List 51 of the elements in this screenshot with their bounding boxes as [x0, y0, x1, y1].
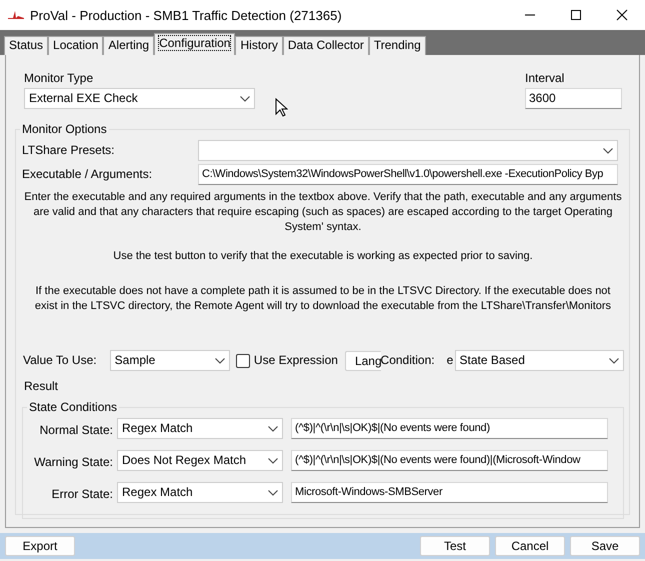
- use-expression-checkbox[interactable]: Use Expression: [236, 353, 338, 368]
- chevron-down-icon: [603, 148, 613, 154]
- field-label: Error State:: [50, 487, 113, 502]
- operator-dropdown[interactable]: Does Not Regex Match: [117, 450, 283, 471]
- chevron-down-icon: [268, 458, 278, 464]
- monitor-type-dropdown[interactable]: External EXE Check: [24, 88, 255, 109]
- tab[interactable]: Trending: [368, 36, 426, 55]
- clipped-text: e: [446, 353, 452, 368]
- help-text: Use the test button to verify that the executable is working as expected prior to saving.: [112, 249, 534, 264]
- condition-value-field[interactable]: (^$)|^(\r\n|\s|OK)$|(No events were found): [291, 418, 608, 439]
- field-label: Executable / Arguments:: [22, 167, 154, 182]
- executable-field[interactable]: C:\Windows\System32\WindowsPowerShell\v1.0\powershell.exe -ExecutionPolicy Byp: [198, 164, 618, 185]
- field-label: Condition:: [380, 353, 435, 367]
- field-label: Interval: [525, 71, 566, 86]
- condition-dropdown[interactable]: State Based: [454, 350, 624, 371]
- operator-dropdown[interactable]: Regex Match: [117, 482, 283, 503]
- interval-field[interactable]: 3600: [525, 88, 622, 109]
- tab[interactable]: Location: [48, 36, 104, 55]
- field-label: Monitor Type: [24, 71, 94, 86]
- help-text: Enter the executable and any required arguments in the textbox above. Verify that the path, executable and any arguments are valid and that any characters that require escaping (such as spaces) are escaped according to the target Operating System' syntax.: [23, 190, 623, 235]
- maximize-icon[interactable]: [570, 9, 582, 21]
- section-label: Result: [23, 379, 60, 394]
- chevron-down-icon: [214, 358, 225, 364]
- tab[interactable]: History: [235, 36, 283, 55]
- chevron-down-icon: [240, 96, 250, 102]
- tab[interactable]: Alerting: [103, 36, 154, 55]
- tab[interactable]: Status: [4, 36, 48, 55]
- window-title: ProVal - Production - SMB1 Traffic Detection (271365): [30, 8, 343, 22]
- tab[interactable]: Data Collector: [282, 36, 369, 55]
- condition-value-field[interactable]: Microsoft-Windows-SMBServer: [291, 482, 608, 503]
- operator-dropdown[interactable]: Regex Match: [117, 418, 283, 439]
- field-label: Value To Use:: [23, 353, 98, 368]
- dialog-button[interactable]: Save: [570, 536, 640, 556]
- dialog-button[interactable]: Cancel: [495, 536, 565, 556]
- dialog-button[interactable]: Test: [420, 536, 490, 556]
- language-button[interactable]: Lang: [344, 350, 381, 370]
- app-icon: [8, 9, 24, 21]
- close-icon[interactable]: [616, 9, 628, 21]
- tab[interactable]: Configuration: [154, 33, 236, 55]
- help-text: If the executable does not have a complete path it is assumed to be in the LTSVC Directory. If the executable does not exist in the LTSVC directory, the Remote Agent will try to download the executable from the LTShare\Transfer\Monitors: [34, 284, 612, 314]
- value-to-use-dropdown[interactable]: Sample: [110, 350, 230, 371]
- dialog-button[interactable]: Export: [5, 536, 75, 556]
- field-label: Warning State:: [33, 455, 113, 470]
- chevron-down-icon: [268, 426, 278, 432]
- field-label: Normal State:: [38, 423, 113, 438]
- chevron-down-icon: [609, 358, 619, 364]
- condition-value-field[interactable]: (^$)|^(\r\n|\s|OK)$|(No events were found)|(Microsoft-Window: [291, 450, 608, 471]
- field-label: LTShare Presets:: [22, 143, 116, 158]
- chevron-down-icon: [268, 490, 278, 496]
- group-title: Monitor Options: [20, 122, 109, 137]
- mouse-cursor-icon: [275, 98, 288, 117]
